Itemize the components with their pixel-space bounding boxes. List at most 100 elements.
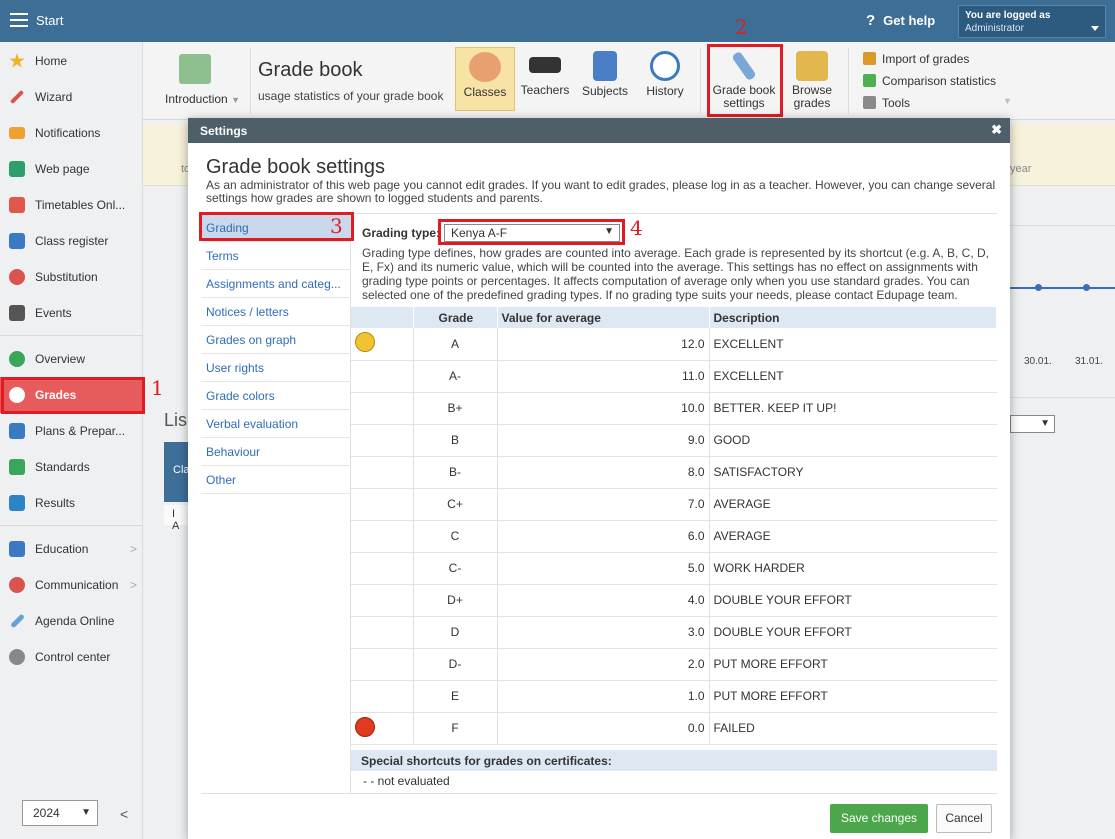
settings-nav-grades-on-graph[interactable]: Grades on graph [201, 326, 350, 354]
sidebar-item-communication[interactable]: Communication > [0, 567, 143, 603]
grade-column-header: Grade [413, 307, 498, 328]
clock-icon [650, 51, 680, 81]
value-cell: 2.0 [497, 648, 710, 681]
table-row: C 6.0 AVERAGE [351, 520, 997, 553]
sidebar-item-education[interactable]: Education > [0, 531, 143, 567]
sidebar-item-class-register[interactable]: Class register [0, 223, 143, 259]
description-cell: GOOD [709, 424, 997, 457]
grade-cell: B [413, 424, 498, 457]
grade-cell: E [413, 680, 498, 713]
sidebar-item-web-page[interactable]: Web page [0, 151, 143, 187]
grade-cell: A- [413, 360, 498, 393]
description-cell: AVERAGE [709, 488, 997, 521]
sidebar-item-control-center[interactable]: Control center [0, 639, 143, 675]
settings-nav-behaviour[interactable]: Behaviour [201, 438, 350, 466]
grade-cell: C [413, 520, 498, 553]
page-title: Grade book [258, 59, 363, 81]
separator [0, 335, 143, 336]
list-heading: Lis [164, 410, 188, 430]
sidebar-item-agenda-online[interactable]: Agenda Online [0, 603, 143, 639]
close-icon[interactable]: ✖ [991, 122, 1002, 138]
description-cell: WORK HARDER [709, 552, 997, 585]
dialog-header: Settings ✖ [188, 118, 1010, 143]
settings-nav-notices[interactable]: Notices / letters [201, 298, 350, 326]
browse-grades-button[interactable]: Browse grades [781, 47, 843, 111]
bar-chart-icon [9, 495, 25, 511]
separator [848, 48, 849, 114]
comparison-statistics-link[interactable]: Comparison statistics [863, 74, 996, 88]
description-cell: AVERAGE [709, 520, 997, 553]
value-cell: 1.0 [497, 680, 710, 713]
get-help-link[interactable]: ? Get help [866, 12, 935, 29]
sidebar-item-events[interactable]: Events [0, 295, 143, 331]
logged-user-dropdown[interactable]: You are logged as Administrator [958, 5, 1106, 38]
folder-icon [796, 51, 828, 81]
settings-nav-assignments[interactable]: Assignments and categ... [201, 270, 350, 298]
chevron-down-icon: ▼ [81, 807, 91, 818]
start-link[interactable]: Start [36, 13, 63, 28]
history-button[interactable]: History [635, 47, 695, 111]
chevron-right-icon: > [129, 542, 137, 556]
grade-icon-cell [351, 584, 414, 617]
cancel-button[interactable]: Cancel [936, 804, 992, 833]
settings-nav-terms[interactable]: Terms [201, 242, 350, 270]
sidebar-item-overview[interactable]: Overview [0, 341, 143, 377]
top-bar: Start ? Get help You are logged as Admini… [0, 0, 1115, 42]
table-row: B 9.0 GOOD [351, 424, 997, 457]
grade-icon-cell [351, 520, 414, 553]
graph-point [1035, 284, 1042, 291]
sidebar-item-results[interactable]: Results [0, 485, 143, 521]
chevron-down-icon: ▼ [1040, 418, 1050, 429]
description-cell: DOUBLE YOUR EFFORT [709, 584, 997, 617]
toolbar: Introduction ▼ Grade book usage statisti… [143, 42, 1115, 120]
value-cell: 5.0 [497, 552, 710, 585]
sidebar-item-substitution[interactable]: Substitution [0, 259, 143, 295]
value-cell: 0.0 [497, 712, 710, 745]
not-evaluated-shortcut: - - not evaluated [363, 774, 450, 788]
grade-icon-cell [351, 328, 414, 361]
filter-select[interactable]: ▼ [1010, 415, 1055, 433]
briefcase-icon [9, 423, 25, 439]
description-cell: DOUBLE YOUR EFFORT [709, 616, 997, 649]
value-cell: 9.0 [497, 424, 710, 457]
table-row: F 0.0 FAILED [351, 712, 997, 745]
settings-nav-verbal-evaluation[interactable]: Verbal evaluation [201, 410, 350, 438]
sidebar-item-notifications[interactable]: Notifications [0, 115, 143, 151]
grade-icon-cell [351, 392, 414, 425]
settings-nav-other[interactable]: Other [201, 466, 350, 494]
menu-icon[interactable] [10, 13, 28, 27]
subjects-button[interactable]: Subjects [575, 47, 635, 111]
value-cell: 7.0 [497, 488, 710, 521]
chevron-down-icon [1091, 26, 1099, 31]
dialog-title: Grade book settings [206, 156, 385, 178]
collapse-sidebar-icon[interactable]: < [120, 806, 128, 822]
separator [0, 525, 143, 526]
introduction-dropdown[interactable]: Introduction ▼ [165, 92, 240, 106]
grade-cell: B+ [413, 392, 498, 425]
teachers-button[interactable]: Teachers [515, 47, 575, 111]
value-cell: 8.0 [497, 456, 710, 489]
annotation-number-4: 4 [630, 216, 643, 240]
sidebar-item-timetables[interactable]: Timetables Onl... [0, 187, 143, 223]
classes-button[interactable]: Classes [455, 47, 515, 111]
table-row: B- 8.0 SATISFACTORY [351, 456, 997, 489]
year-select[interactable]: 2024 ▼ [22, 800, 98, 826]
icon-column-header [351, 307, 414, 328]
import-grades-link[interactable]: Import of grades [863, 52, 969, 66]
angry-face-icon [355, 716, 375, 737]
graph-date-label: 30.01. [1024, 356, 1052, 367]
page-subtitle: usage statistics of your grade book [258, 89, 444, 103]
sidebar-item-home[interactable]: Home [0, 43, 143, 79]
tools-dropdown[interactable]: Tools ▼ [863, 96, 1012, 110]
sidebar-item-wizard[interactable]: Wizard [0, 79, 143, 115]
sidebar-item-plans[interactable]: Plans & Prepar... [0, 413, 143, 449]
person-icon [9, 269, 25, 285]
separator [250, 48, 251, 114]
save-changes-button[interactable]: Save changes [830, 804, 928, 833]
grade-cell: C+ [413, 488, 498, 521]
check-circle-icon [9, 351, 25, 367]
settings-nav-user-rights[interactable]: User rights [201, 354, 350, 382]
sidebar-item-standards[interactable]: Standards [0, 449, 143, 485]
settings-nav-grade-colors[interactable]: Grade colors [201, 382, 350, 410]
bar-chart-icon [863, 74, 876, 87]
